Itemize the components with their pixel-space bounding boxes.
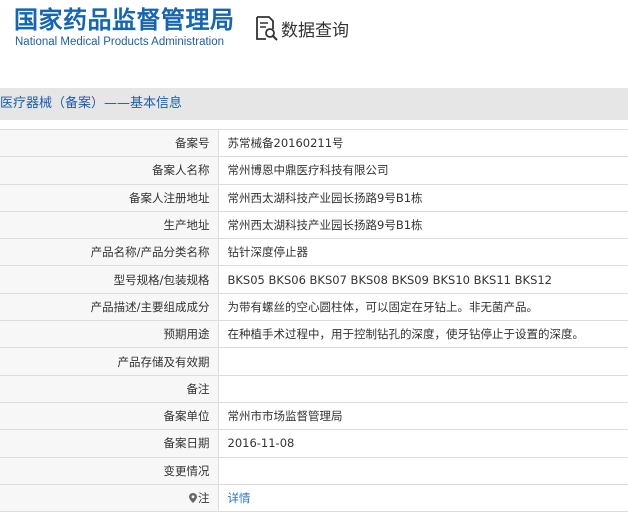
- table-row: 变更情况: [0, 456, 628, 485]
- field-value: 2016-11-08: [218, 429, 628, 458]
- field-value: 常州市市场监督管理局: [218, 401, 628, 431]
- field-label: 备案人名称: [0, 156, 219, 185]
- field-value: 为带有螺丝的空心圆柱体，可以固定在牙钻上。非无菌产品。: [218, 292, 628, 322]
- field-value: 常州博恩中鼎医疗科技有限公司: [218, 156, 628, 185]
- table-row: 备案人名称 常州博恩中鼎医疗科技有限公司: [0, 156, 628, 185]
- device-info-table: 备案号 苏常械备20160211号 备案人名称 常州博恩中鼎医疗科技有限公司 备…: [0, 128, 628, 513]
- field-value: 在种植手术过程中，用于控制钻孔的深度，使牙钻停止于设置的深度。: [218, 320, 628, 349]
- table-row: 备案号 苏常械备20160211号: [0, 128, 628, 158]
- field-value: [218, 374, 628, 403]
- data-query-label: 数据查询: [281, 20, 349, 41]
- field-label: 产品存储及有效期: [0, 347, 219, 376]
- site-logo-english: National Medical Products Administration: [15, 36, 225, 48]
- data-query-link[interactable]: 数据查询: [254, 15, 349, 41]
- note-value-cell: 详情: [218, 483, 628, 513]
- field-label: 备注: [0, 374, 219, 403]
- field-label: 产品名称/产品分类名称: [0, 238, 219, 267]
- note-label-cell: 注: [0, 483, 219, 513]
- table-row: 产品名称/产品分类名称 钻针深度停止器: [0, 238, 628, 267]
- details-link[interactable]: 详情: [228, 491, 251, 505]
- table-row: 备案人注册地址 常州西太湖科技产业园长扬路9号B1栋: [0, 183, 628, 212]
- map-pin-icon: [189, 493, 197, 503]
- field-label: 预期用途: [0, 320, 219, 349]
- field-value: BKS05 BKS06 BKS07 BKS08 BKS09 BKS10 BKS1…: [218, 265, 628, 294]
- field-value: 常州西太湖科技产业园长扬路9号B1栋: [218, 210, 628, 240]
- site-header: 国家药品监督管理局 National Medical Products Admi…: [0, 0, 628, 60]
- table-row: 产品描述/主要组成成分 为带有螺丝的空心圆柱体，可以固定在牙钻上。非无菌产品。: [0, 292, 628, 322]
- field-value: [218, 347, 628, 376]
- table-row: 生产地址 常州西太湖科技产业园长扬路9号B1栋: [0, 210, 628, 240]
- field-label: 注: [198, 491, 210, 505]
- field-label: 型号规格/包装规格: [0, 265, 219, 294]
- table-row: 注 详情: [0, 483, 628, 513]
- table-row: 备案单位 常州市市场监督管理局: [0, 401, 628, 431]
- field-label: 备案单位: [0, 401, 219, 431]
- field-label: 备案日期: [0, 429, 219, 458]
- table-row: 备案日期 2016-11-08: [0, 429, 628, 458]
- section-header: 医疗器械（备案）——基本信息: [0, 88, 628, 120]
- field-label: 产品描述/主要组成成分: [0, 292, 219, 322]
- field-label: 生产地址: [0, 210, 219, 240]
- table-row: 预期用途 在种植手术过程中，用于控制钻孔的深度，使牙钻停止于设置的深度。: [0, 320, 628, 349]
- field-label: 备案号: [0, 128, 219, 158]
- table-row: 型号规格/包装规格 BKS05 BKS06 BKS07 BKS08 BKS09 …: [0, 265, 628, 294]
- section-title: 医疗器械（备案）——基本信息: [0, 96, 183, 111]
- field-label: 备案人注册地址: [0, 183, 219, 212]
- field-value: [218, 456, 628, 485]
- table-row: 备注: [0, 374, 628, 403]
- table-row: 产品存储及有效期: [0, 347, 628, 376]
- document-search-icon: [256, 16, 278, 41]
- field-value: 常州西太湖科技产业园长扬路9号B1栋: [218, 183, 628, 212]
- field-label: 变更情况: [0, 456, 219, 485]
- site-logo-chinese: 国家药品监督管理局: [14, 6, 235, 34]
- field-value: 钻针深度停止器: [218, 238, 628, 267]
- field-value: 苏常械备20160211号: [218, 128, 628, 158]
